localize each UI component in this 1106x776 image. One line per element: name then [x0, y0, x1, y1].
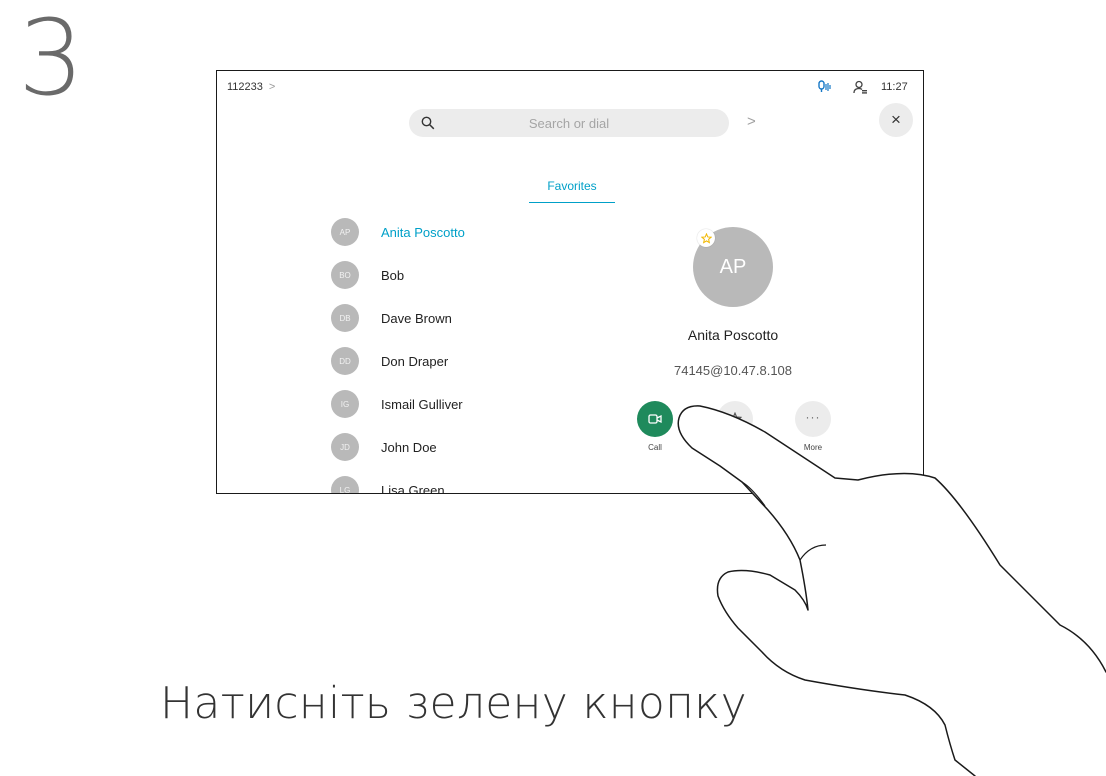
star-icon: [728, 412, 742, 426]
contact-name: Anita Poscotto: [381, 224, 465, 240]
close-button[interactable]: ×: [879, 103, 913, 137]
instruction-caption: Натисніть зелену кнопку: [160, 678, 747, 729]
device-screen: 112233 > 11:27 Search or dial > × Favorit…: [216, 70, 924, 494]
video-call-icon: [648, 414, 662, 424]
avatar: IG: [331, 390, 359, 418]
search-go-icon[interactable]: >: [747, 113, 756, 130]
contact-item[interactable]: BO Bob: [331, 260, 404, 290]
contact-item[interactable]: IG Ismail Gulliver: [331, 389, 463, 419]
search-placeholder: Search or dial: [528, 116, 610, 131]
star-icon: [700, 232, 712, 244]
topbar-title[interactable]: 112233 >: [227, 81, 275, 93]
contact-item[interactable]: JD John Doe: [331, 432, 437, 462]
contact-item[interactable]: DD Don Draper: [331, 346, 448, 376]
tab-favorites[interactable]: Favorites: [529, 179, 615, 203]
avatar: DB: [331, 304, 359, 332]
contact-name: Lisa Green: [381, 482, 445, 494]
contact-name: Don Draper: [381, 353, 449, 369]
call-button[interactable]: [637, 401, 673, 437]
person-icon[interactable]: [853, 80, 867, 94]
clock: 11:27: [881, 81, 908, 93]
more-label: More: [803, 443, 823, 452]
step-number: 3: [18, 0, 85, 119]
call-label: Call: [648, 443, 662, 452]
search-input[interactable]: Search or dial: [409, 109, 729, 137]
detail-name: Anita Poscotto: [687, 327, 779, 343]
avatar: BO: [331, 261, 359, 289]
contact-name: Dave Brown: [381, 310, 452, 326]
more-icon: ···: [805, 410, 821, 424]
favorite-star-badge: [697, 229, 715, 247]
topbar-title-text: 112233: [227, 81, 263, 93]
chevron-right-icon: >: [268, 81, 276, 93]
contact-name: Bob: [381, 267, 405, 283]
contact-name: John Doe: [381, 439, 437, 455]
avatar: DD: [331, 347, 359, 375]
avatar: AP: [331, 218, 359, 246]
more-button[interactable]: ···: [795, 401, 831, 437]
avatar: JD: [331, 433, 359, 461]
contact-item[interactable]: AP Anita Poscotto: [331, 217, 465, 247]
contact-name: Ismail Gulliver: [381, 396, 463, 412]
detail-address: 74145@10.47.8.108: [673, 363, 793, 378]
mic-icon[interactable]: [817, 80, 831, 94]
favorite-button[interactable]: [717, 401, 753, 437]
contact-item[interactable]: DB Dave Brown: [331, 303, 452, 333]
avatar: LG: [331, 476, 359, 493]
contact-item[interactable]: LG Lisa Green: [331, 475, 445, 494]
